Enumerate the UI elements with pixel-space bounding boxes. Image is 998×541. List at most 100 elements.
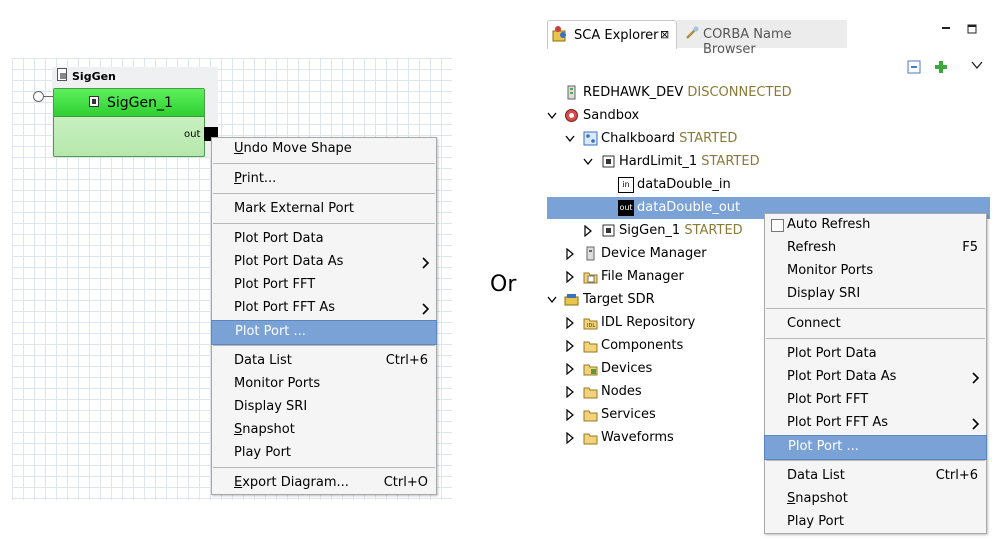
- tree-item-chalkboard[interactable]: Chalkboard STARTED: [547, 128, 847, 150]
- out-port-icon: out: [618, 200, 634, 216]
- domain-icon: [567, 85, 576, 100]
- menu-auto-refresh[interactable]: Auto Refresh: [765, 214, 986, 237]
- collapsed-arrow-icon[interactable]: [565, 271, 575, 283]
- component-siggen[interactable]: SigGen_1: [53, 88, 205, 157]
- menu-undo-move-shape[interactable]: Undo Move Shape: [212, 138, 436, 161]
- submenu-arrow-icon: [972, 372, 980, 384]
- collapsed-arrow-icon[interactable]: [565, 432, 575, 444]
- waveform-icon: [583, 131, 598, 146]
- add-icon[interactable]: [934, 60, 948, 74]
- tree-item-components[interactable]: Components: [547, 335, 757, 357]
- menu-plot-port-fft-as[interactable]: Plot Port FFT As: [212, 297, 436, 320]
- menu-display-sri[interactable]: Display SRI: [212, 396, 436, 419]
- component-icon: [89, 96, 99, 107]
- menu-separator: [213, 223, 435, 224]
- menu-print[interactable]: Print...: [212, 168, 436, 191]
- target-sdr-icon: [564, 294, 579, 306]
- tree-item-hardlimit[interactable]: HardLimit_1 STARTED: [547, 151, 847, 173]
- menu-snapshot[interactable]: Snapshot: [765, 488, 986, 511]
- or-text: Or: [490, 272, 517, 297]
- menu-separator: [213, 467, 435, 468]
- menu-plot-port-data-as[interactable]: Plot Port Data As: [212, 251, 436, 274]
- collapsed-arrow-icon[interactable]: [565, 248, 575, 260]
- menu-separator: [213, 163, 435, 164]
- menu-plot-port-data-as[interactable]: Plot Port Data As: [765, 366, 986, 389]
- maximize-icon[interactable]: [967, 24, 977, 34]
- menu-monitor-ports[interactable]: Monitor Ports: [212, 373, 436, 396]
- folder-icon: [583, 410, 598, 422]
- folder-icon: [583, 364, 598, 376]
- folder-icon: [583, 433, 598, 445]
- view-menu-icon[interactable]: [971, 60, 983, 70]
- menu-mark-external-port[interactable]: Mark External Port: [212, 198, 436, 221]
- menu-data-list[interactable]: Data List Ctrl+6: [765, 465, 986, 488]
- expanded-arrow-icon[interactable]: [583, 156, 593, 168]
- file-manager-icon: [583, 272, 598, 284]
- sca-explorer-icon: [552, 26, 566, 42]
- tree-item-nodes[interactable]: Nodes: [547, 381, 757, 403]
- tree-item-idl-repository[interactable]: IDL IDL Repository: [547, 312, 757, 334]
- auto-refresh-checkbox[interactable]: [771, 219, 784, 232]
- menu-connect[interactable]: Connect: [765, 313, 986, 336]
- tree-item-siggen[interactable]: SigGen_1 STARTED: [547, 220, 757, 242]
- tree-item-target-sdr[interactable]: Target SDR: [547, 289, 757, 311]
- in-port-line: [43, 96, 53, 97]
- expanded-arrow-icon[interactable]: [547, 294, 557, 306]
- tab-corba-name-browser[interactable]: CORBA Name Browser: [677, 20, 847, 57]
- collapsed-arrow-icon[interactable]: [565, 363, 575, 375]
- menu-play-port[interactable]: Play Port: [212, 442, 436, 465]
- explorer-context-menu: Auto Refresh Refresh F5 Monitor Ports Di…: [764, 213, 987, 534]
- menu-refresh[interactable]: Refresh F5: [765, 237, 986, 260]
- expanded-arrow-icon[interactable]: [547, 110, 557, 122]
- component-header[interactable]: SigGen_1: [54, 89, 204, 117]
- tree-item-file-manager[interactable]: File Manager: [547, 266, 757, 288]
- menu-separator: [766, 338, 985, 339]
- minimize-icon[interactable]: [941, 24, 951, 34]
- menu-plot-port-data[interactable]: Plot Port Data: [765, 343, 986, 366]
- expanded-arrow-icon[interactable]: [565, 133, 575, 145]
- tree-item-waveforms[interactable]: Waveforms: [547, 427, 757, 449]
- corba-browser-icon: [686, 26, 699, 39]
- tree-item-redhawk-dev[interactable]: REDHAWK_DEV DISCONNECTED: [547, 82, 847, 104]
- tree-item-sandbox[interactable]: Sandbox: [547, 105, 847, 127]
- collapsed-arrow-icon[interactable]: [583, 225, 593, 237]
- tree-item-devices[interactable]: Devices: [547, 358, 757, 380]
- collapsed-arrow-icon[interactable]: [565, 317, 575, 329]
- menu-monitor-ports[interactable]: Monitor Ports: [765, 260, 986, 283]
- collapsed-arrow-icon[interactable]: [565, 386, 575, 398]
- collapse-all-icon[interactable]: [907, 60, 921, 74]
- tree-item-device-manager[interactable]: Device Manager: [547, 243, 757, 265]
- folder-icon: [583, 341, 598, 353]
- menu-snapshot[interactable]: Snapshot: [212, 419, 436, 442]
- folder-icon: [583, 387, 598, 399]
- menu-plot-port-data[interactable]: Plot Port Data: [212, 228, 436, 251]
- in-port-handle[interactable]: [33, 91, 44, 102]
- tree-item-port-in[interactable]: in dataDouble_in: [547, 174, 847, 196]
- menu-display-sri[interactable]: Display SRI: [765, 283, 986, 306]
- tab-sca-explorer[interactable]: SCA Explorer ⊠: [547, 20, 677, 49]
- submenu-arrow-icon: [422, 303, 430, 315]
- menu-plot-port-fft[interactable]: Plot Port FFT: [765, 389, 986, 412]
- menu-data-list[interactable]: Data List Ctrl+6: [212, 350, 436, 373]
- menu-play-port[interactable]: Play Port: [765, 511, 986, 534]
- menu-separator: [213, 345, 435, 346]
- tree-item-services[interactable]: Services: [547, 404, 757, 426]
- menu-export-diagram[interactable]: Export Diagram... Ctrl+O: [212, 472, 436, 495]
- collapsed-arrow-icon[interactable]: [565, 340, 575, 352]
- menu-plot-port[interactable]: Plot Port ...: [764, 435, 987, 460]
- submenu-arrow-icon: [972, 418, 980, 430]
- diagram-context-menu: Undo Move Shape Print... Mark External P…: [211, 137, 437, 495]
- menu-separator: [213, 193, 435, 194]
- container-title: SigGen: [72, 70, 116, 83]
- menu-plot-port[interactable]: Plot Port ...: [211, 320, 437, 345]
- menu-plot-port-fft-as[interactable]: Plot Port FFT As: [765, 412, 986, 435]
- svg-text:IDL: IDL: [587, 323, 595, 329]
- close-icon[interactable]: ⊠: [660, 28, 669, 41]
- menu-plot-port-fft[interactable]: Plot Port FFT: [212, 274, 436, 297]
- component-icon: [602, 155, 615, 168]
- collapsed-arrow-icon[interactable]: [565, 409, 575, 421]
- menu-separator: [766, 308, 985, 309]
- sandbox-icon: [565, 109, 578, 122]
- in-port-icon: in: [618, 177, 634, 193]
- out-port-label: out: [184, 129, 201, 140]
